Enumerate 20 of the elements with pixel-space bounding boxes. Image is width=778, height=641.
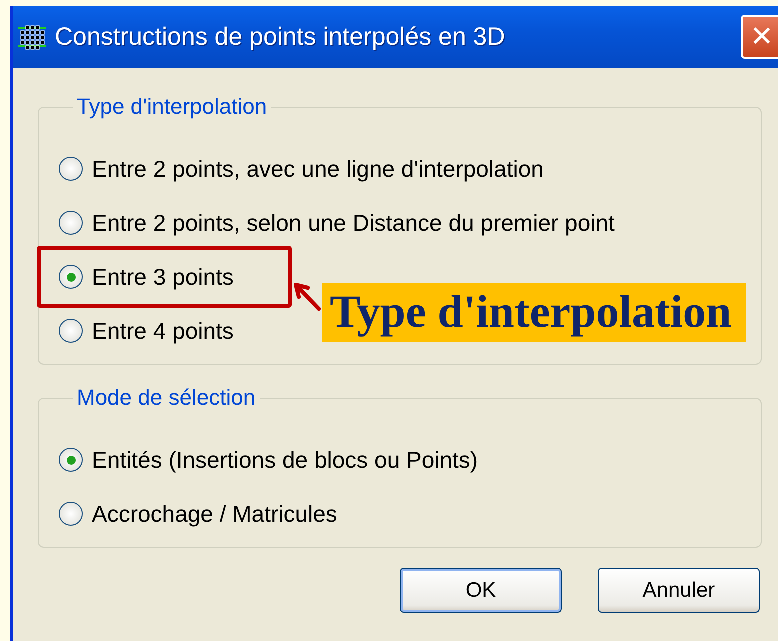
option-label[interactable]: Entre 2 points, selon une Distance du premier point — [92, 210, 615, 236]
option-label[interactable]: Entre 2 points, avec une ligne d'interpolation — [92, 156, 544, 182]
radio-button[interactable] — [59, 265, 83, 289]
radio-button[interactable] — [59, 448, 83, 472]
option-label[interactable]: Entre 3 points — [92, 264, 234, 290]
arrow-drawing — [294, 283, 321, 311]
radio-button[interactable] — [59, 319, 83, 343]
option-label[interactable]: Accrochage / Matricules — [92, 500, 338, 528]
option-label[interactable]: Entre 4 points — [92, 318, 234, 344]
close-button[interactable]: ✕ — [741, 15, 778, 59]
radio-button[interactable] — [59, 211, 83, 235]
ok-button[interactable]: OK — [400, 568, 562, 613]
callout-label: Type d'interpolation — [322, 283, 746, 342]
group-title: Mode de sélection — [76, 385, 257, 411]
window-title: Constructions de points interpolés en 3D — [55, 22, 506, 52]
cancel-button[interactable]: Annuler — [598, 568, 760, 613]
option-label[interactable]: Entités (Insertions de blocs ou Points) — [92, 446, 478, 474]
radio-button[interactable] — [59, 157, 83, 181]
group-title: Type d'interpolation — [76, 94, 268, 120]
radio-button[interactable] — [59, 502, 83, 526]
